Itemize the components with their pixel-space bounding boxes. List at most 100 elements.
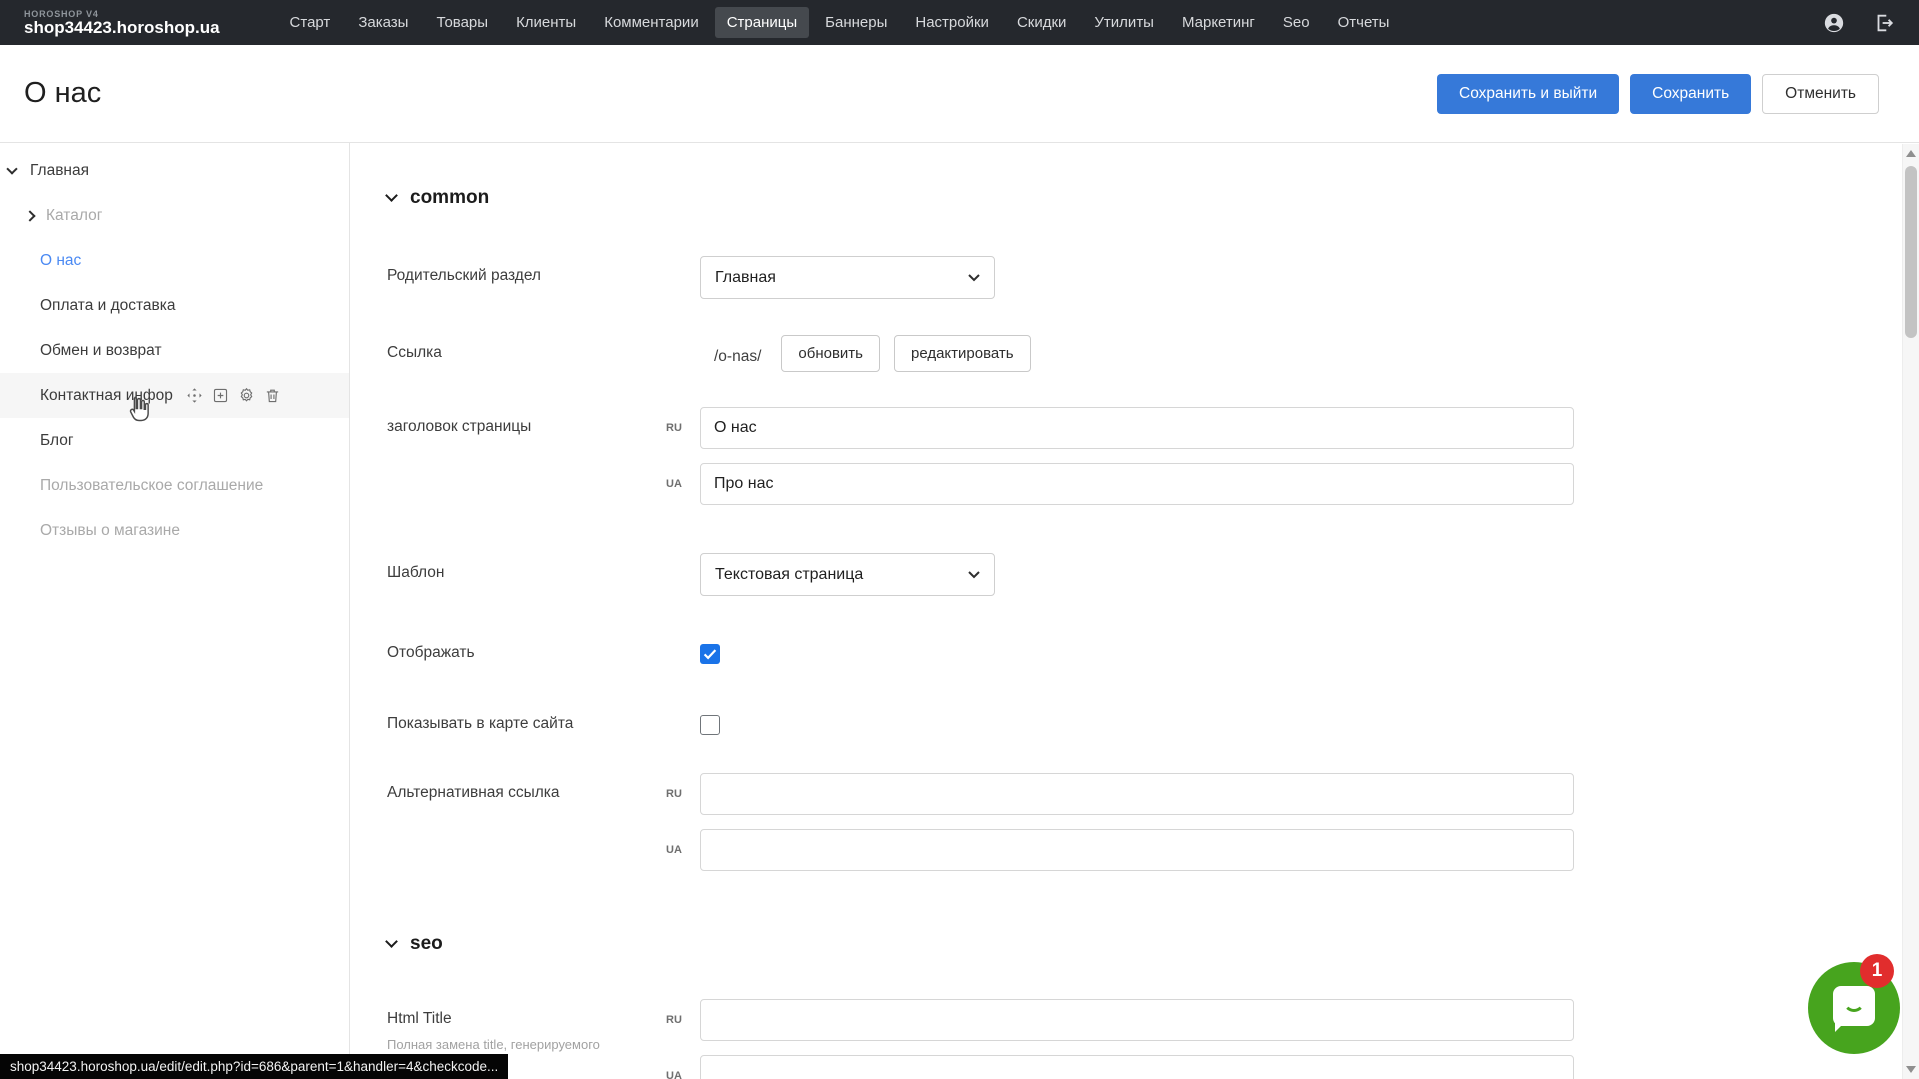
nav-pages[interactable]: Страницы xyxy=(715,7,809,38)
lang-badge-ru: RU xyxy=(666,422,682,434)
cancel-button[interactable]: Отменить xyxy=(1762,74,1879,114)
page-edit-form: common Родительский раздел Главная Ссылк… xyxy=(350,143,1919,1079)
nav-banners[interactable]: Баннеры xyxy=(813,7,899,38)
tree-item-label: Отзывы о магазине xyxy=(40,522,180,540)
nav-utilities[interactable]: Утилиты xyxy=(1082,7,1166,38)
collapse-icon[interactable] xyxy=(6,163,17,174)
nav-reports[interactable]: Отчеты xyxy=(1326,7,1402,38)
sitemap-checkbox[interactable] xyxy=(700,715,720,735)
tree-item-label: Оплата и доставка xyxy=(40,297,176,315)
brand-line: HOROSHOP V4 xyxy=(24,9,220,19)
nav-settings[interactable]: Настройки xyxy=(903,7,1001,38)
scrollbar[interactable] xyxy=(1902,144,1919,1079)
topbar: HOROSHOP V4 shop34423.horoshop.ua Старт … xyxy=(0,0,1919,45)
nav-marketing[interactable]: Маркетинг xyxy=(1170,7,1267,38)
scroll-up-icon[interactable] xyxy=(1906,150,1916,157)
tree-item-user-agreement[interactable]: Пользовательское соглашение xyxy=(0,463,349,508)
tree-item-about-selected[interactable]: О нас xyxy=(0,238,349,283)
chevron-down-icon xyxy=(968,571,980,579)
expand-icon[interactable] xyxy=(24,210,35,221)
save-button[interactable]: Сохранить xyxy=(1630,74,1751,114)
lang-badge-ru: RU xyxy=(666,788,682,800)
refresh-link-button[interactable]: обновить xyxy=(781,335,880,372)
parent-section-select[interactable]: Главная xyxy=(700,256,995,299)
tree-item-label: Обмен и возврат xyxy=(40,342,162,360)
html-title-ru-input[interactable] xyxy=(700,999,1574,1041)
tree-item-label: Пользовательское соглашение xyxy=(40,477,263,495)
shop-domain: shop34423.horoshop.ua xyxy=(24,19,220,37)
template-label: Шаблон xyxy=(387,553,700,582)
display-checkbox[interactable] xyxy=(700,644,720,664)
html-title-help: Полная замена title, генерируемого xyxy=(387,1037,687,1052)
nav-discounts[interactable]: Скидки xyxy=(1005,7,1078,38)
tree-item-blog[interactable]: Блог xyxy=(0,418,349,463)
account-icon[interactable] xyxy=(1823,12,1845,34)
smile-icon xyxy=(1843,1000,1865,1012)
display-label: Отображать xyxy=(387,643,700,662)
sitemap-label: Показывать в карте сайта xyxy=(387,714,700,733)
tree-item-label: Главная xyxy=(30,162,89,180)
chat-widget-button[interactable]: 1 xyxy=(1808,962,1900,1054)
tree-item-exchange-return[interactable]: Обмен и возврат xyxy=(0,328,349,373)
tree-item-store-reviews[interactable]: Отзывы о магазине xyxy=(0,508,349,553)
lang-badge-ua: UA xyxy=(666,844,682,856)
main-nav: Старт Заказы Товары Клиенты Комментарии … xyxy=(278,7,1402,38)
chevron-down-icon xyxy=(968,274,980,282)
section-seo[interactable]: seo xyxy=(387,932,1919,956)
scrollbar-thumb[interactable] xyxy=(1905,166,1917,338)
logo[interactable]: HOROSHOP V4 shop34423.horoshop.ua xyxy=(24,9,220,37)
tree-item-contact-info[interactable]: Контактная инфор xyxy=(0,373,349,418)
tree-item-payment-delivery[interactable]: Оплата и доставка xyxy=(0,283,349,328)
template-value: Текстовая страница xyxy=(715,566,863,584)
lang-badge-ua: UA xyxy=(666,1070,682,1079)
alt-link-ua-input[interactable] xyxy=(700,829,1574,871)
nav-products[interactable]: Товары xyxy=(424,7,500,38)
html-title-label: Html Title Полная замена title, генериру… xyxy=(387,999,700,1052)
collapse-icon xyxy=(385,189,398,202)
save-and-exit-button[interactable]: Сохранить и выйти xyxy=(1437,74,1619,114)
section-title: common xyxy=(410,187,489,209)
tree-item-catalog[interactable]: Каталог xyxy=(0,193,349,238)
alt-link-ru-input[interactable] xyxy=(700,773,1574,815)
template-select[interactable]: Текстовая страница xyxy=(700,553,995,596)
chat-bubble-icon xyxy=(1833,986,1875,1026)
scroll-down-icon[interactable] xyxy=(1906,1066,1916,1073)
collapse-icon xyxy=(385,935,398,948)
parent-section-label: Родительский раздел xyxy=(387,256,700,285)
page-title: О нас xyxy=(24,77,101,110)
section-common[interactable]: common xyxy=(387,186,1919,210)
tree-item-label: Блог xyxy=(40,432,74,450)
nav-seo[interactable]: Seo xyxy=(1271,7,1322,38)
edit-link-button[interactable]: редактировать xyxy=(894,335,1031,372)
nav-orders[interactable]: Заказы xyxy=(346,7,420,38)
nav-comments[interactable]: Комментарии xyxy=(592,7,710,38)
link-path-value: /o-nas/ xyxy=(714,348,761,366)
add-page-icon[interactable] xyxy=(212,387,229,404)
page-header: О нас Сохранить и выйти Сохранить Отмени… xyxy=(0,45,1919,143)
html-title-ua-input[interactable] xyxy=(700,1055,1574,1079)
page-heading-label: заголовок страницы xyxy=(387,407,700,436)
lang-badge-ru: RU xyxy=(666,1014,682,1026)
status-url-bar: shop34423.horoshop.ua/edit/edit.php?id=6… xyxy=(0,1054,508,1079)
pages-tree-sidebar: Главная Каталог О нас Оплата и доставка … xyxy=(0,143,350,1079)
move-icon[interactable] xyxy=(186,387,203,404)
page-heading-ua-input[interactable] xyxy=(700,463,1574,505)
logout-icon[interactable] xyxy=(1873,12,1895,34)
chat-unread-badge: 1 xyxy=(1860,954,1894,988)
alt-link-label: Альтернативная ссылка xyxy=(387,773,700,802)
cursor-hand-icon xyxy=(122,393,154,425)
tree-item-label: Каталог xyxy=(46,207,102,225)
html-title-label-text: Html Title xyxy=(387,1010,700,1028)
tree-item-label: О нас xyxy=(40,252,81,270)
tree-item-main[interactable]: Главная xyxy=(0,148,349,193)
nav-clients[interactable]: Клиенты xyxy=(504,7,588,38)
page-heading-ru-input[interactable] xyxy=(700,407,1574,449)
lang-badge-ua: UA xyxy=(666,478,682,490)
check-icon xyxy=(700,644,720,664)
parent-section-value: Главная xyxy=(715,269,776,287)
section-title: seo xyxy=(410,933,443,955)
settings-gear-icon[interactable] xyxy=(238,387,255,404)
link-label: Ссылка xyxy=(387,333,700,362)
nav-start[interactable]: Старт xyxy=(278,7,343,38)
delete-trash-icon[interactable] xyxy=(264,387,281,404)
